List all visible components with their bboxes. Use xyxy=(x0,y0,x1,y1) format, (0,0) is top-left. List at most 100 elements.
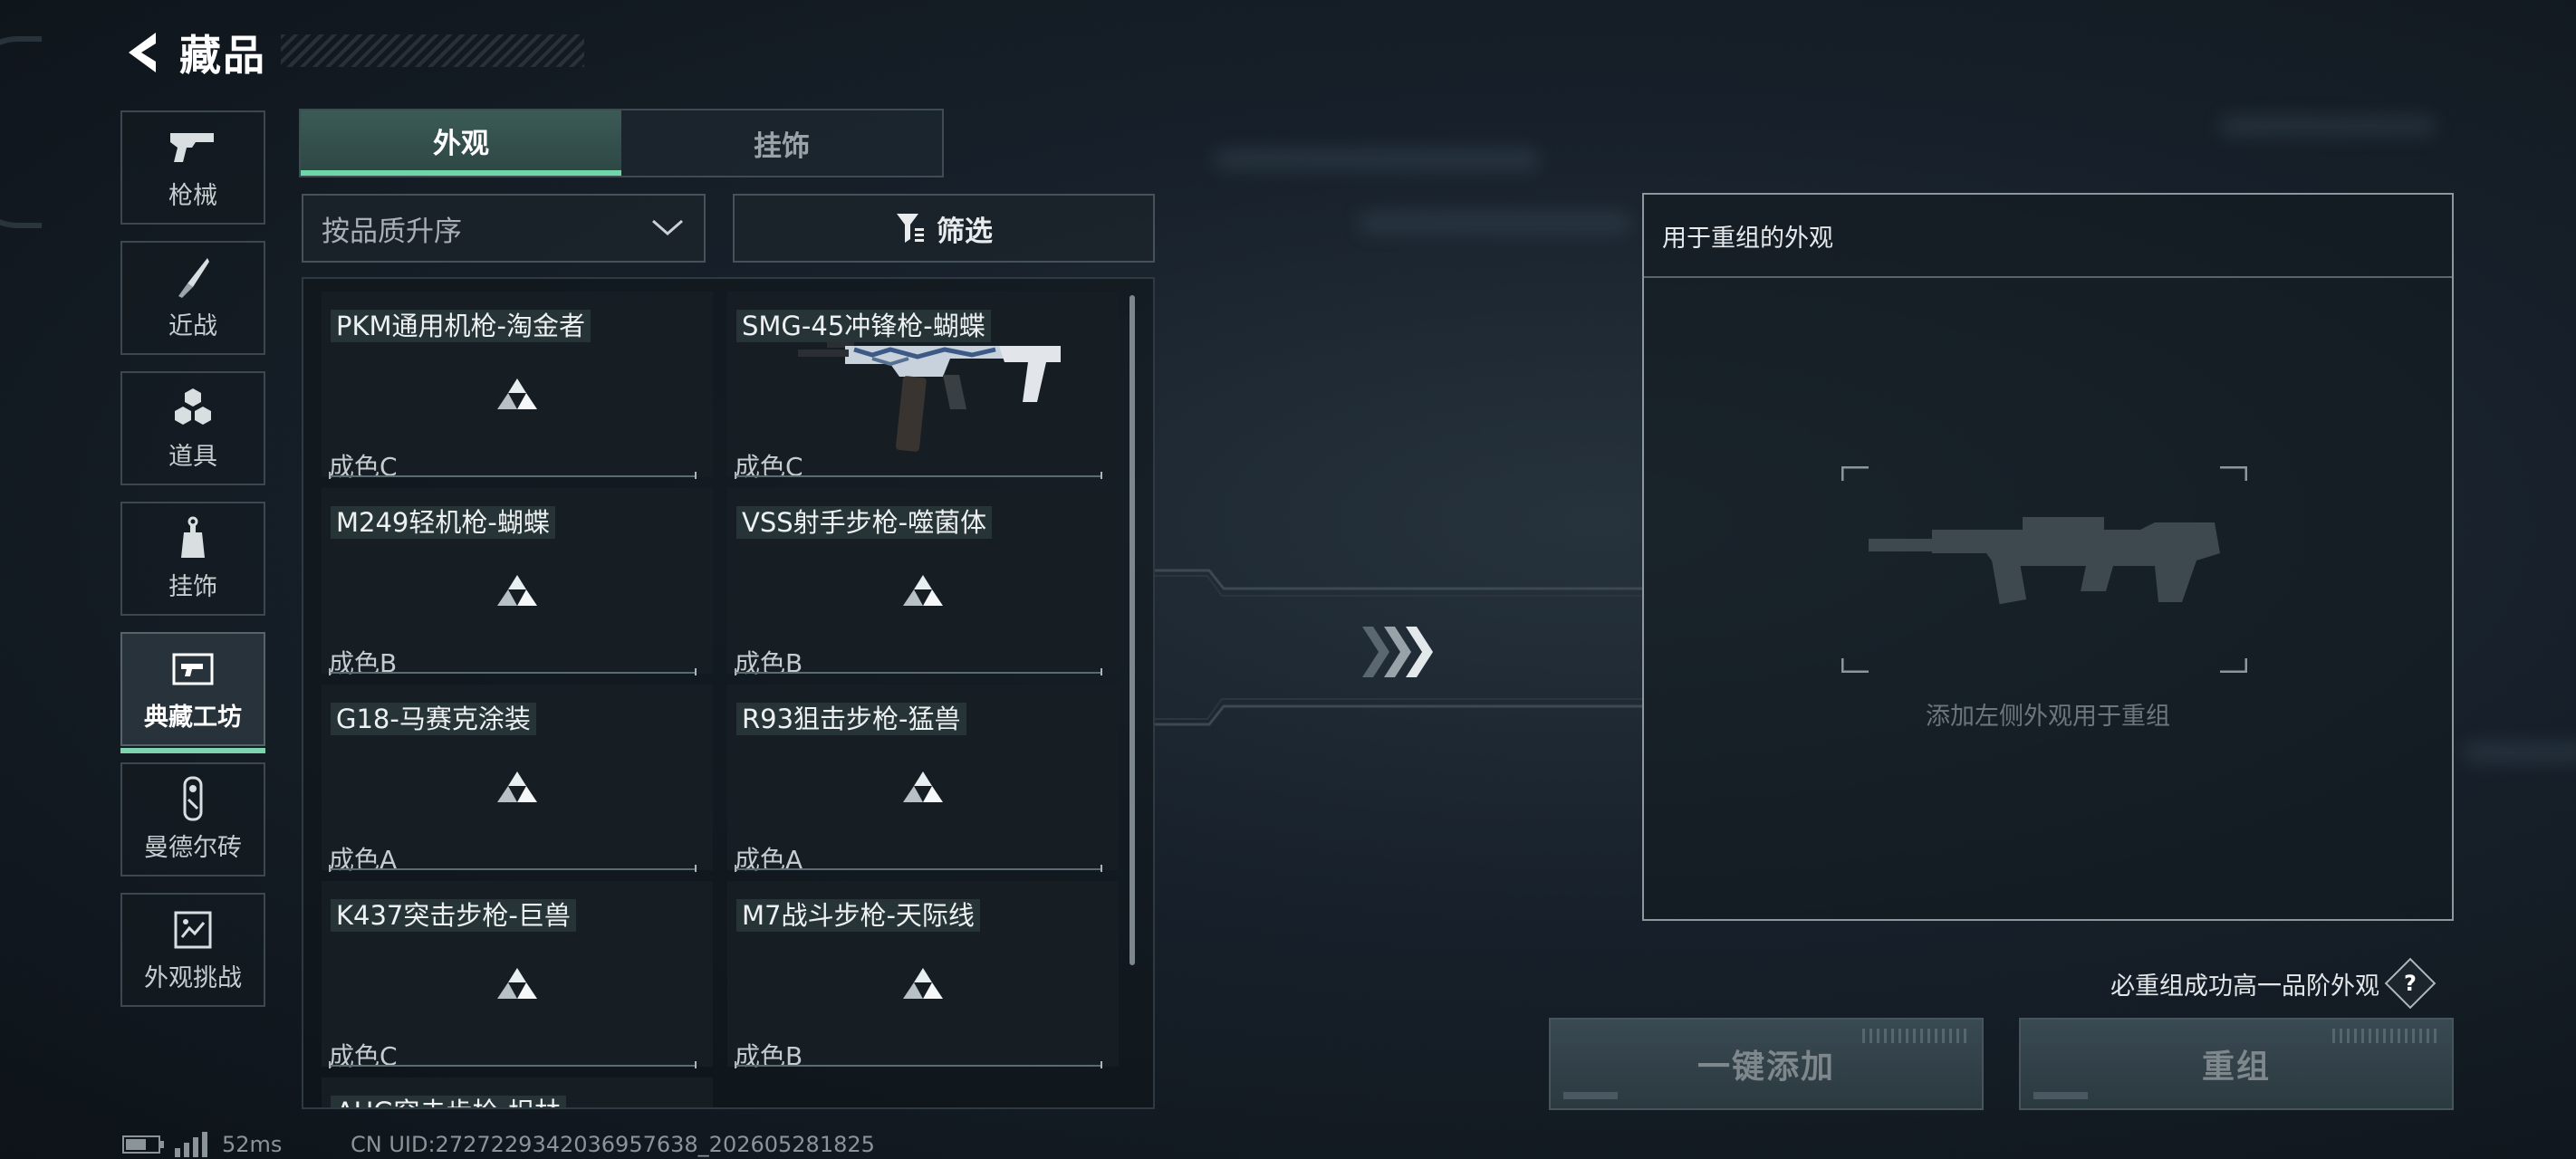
filter-button[interactable]: 筛选 xyxy=(733,194,1155,263)
skin-name: AUG突击步枪-坦林 xyxy=(331,1096,567,1107)
quality-triangle-icon xyxy=(497,575,537,606)
card-underline xyxy=(735,1061,1102,1068)
pistol-icon xyxy=(168,125,217,170)
button-decoration xyxy=(1563,1092,1618,1099)
sort-value: 按品质升序 xyxy=(322,215,462,248)
rifle-silhouette-icon xyxy=(1782,464,2307,675)
tab-charms[interactable]: 挂饰 xyxy=(621,110,942,176)
skin-grade: 成色B xyxy=(329,648,398,678)
skin-grid: PKM通用机枪-淘金者 成色C SMG-45冲锋枪-蝴蝶 成色C M249轻机枪… xyxy=(302,277,1155,1109)
skin-card[interactable]: PKM通用机枪-淘金者 成色C xyxy=(322,292,713,482)
triple-chevron-right-icon xyxy=(1362,627,1433,677)
button-decoration xyxy=(1862,1029,1971,1043)
charm-icon xyxy=(178,516,208,561)
add-all-button[interactable]: 一键添加 xyxy=(1549,1018,1984,1110)
card-underline xyxy=(329,668,697,675)
recombine-label: 重组 xyxy=(2201,1049,2271,1086)
skin-card[interactable]: VSS射手步枪-噬菌体 成色B xyxy=(727,488,1119,678)
skin-grade: 成色A xyxy=(329,845,398,875)
skin-card[interactable]: M7战斗步枪-天际线 成色B xyxy=(727,881,1119,1071)
button-decoration xyxy=(2033,1092,2088,1099)
recombine-panel-header: 用于重组的外观 xyxy=(1644,195,2452,278)
nav-item-firearms[interactable]: 枪械 xyxy=(120,110,265,225)
sort-dropdown[interactable]: 按品质升序 xyxy=(302,194,706,263)
quality-triangle-icon xyxy=(497,968,537,999)
quality-triangle-icon xyxy=(903,575,943,606)
recombine-hint: 添加左侧外观用于重组 xyxy=(1926,703,2170,731)
nav-item-label: 道具 xyxy=(168,442,217,471)
background-streak xyxy=(2464,742,2576,762)
skin-name: G18-马赛克涂装 xyxy=(331,703,536,735)
nav-item-charms[interactable]: 挂饰 xyxy=(120,502,265,616)
quality-triangle-icon xyxy=(903,968,943,999)
nav-item-label: 典藏工坊 xyxy=(144,703,242,732)
skin-grade: 成色C xyxy=(735,452,803,482)
recombine-drop-slot[interactable] xyxy=(1782,464,2307,675)
chevron-down-icon xyxy=(652,219,683,235)
workshop-icon xyxy=(172,647,214,692)
quality-triangle-icon xyxy=(497,378,537,409)
help-icon[interactable]: ? xyxy=(2384,957,2437,1010)
tab-appearance[interactable]: 外观 xyxy=(301,110,621,176)
skin-name: SMG-45冲锋枪-蝴蝶 xyxy=(736,310,991,342)
tab-bar: 外观 挂饰 xyxy=(299,109,944,177)
quality-triangle-icon xyxy=(903,771,943,802)
nav-item-label: 挂饰 xyxy=(168,572,217,601)
nav-item-items[interactable]: 道具 xyxy=(120,371,265,485)
skin-name: R93狙击步枪-猛兽 xyxy=(736,703,966,735)
guarantee-note: 必重组成功高一品阶外观 ? xyxy=(2110,957,2437,1010)
card-underline xyxy=(329,472,697,479)
card-underline xyxy=(329,865,697,872)
skin-name: K437突击步枪-巨兽 xyxy=(331,899,576,932)
title-decoration xyxy=(281,34,584,67)
skin-card[interactable]: AUG突击步枪-坦林 xyxy=(322,1078,713,1107)
page-header: 藏品 xyxy=(118,24,266,81)
quality-triangle-icon xyxy=(497,771,537,802)
background-streak xyxy=(1359,213,1630,233)
card-underline xyxy=(329,1061,697,1068)
filter-icon xyxy=(897,214,924,243)
skin-card[interactable]: G18-马赛克涂装 成色A xyxy=(322,685,713,875)
card-underline xyxy=(735,472,1102,479)
skin-name: M249轻机枪-蝴蝶 xyxy=(331,506,555,539)
background-arc xyxy=(0,36,42,228)
nav-item-workshop[interactable]: 典藏工坊 xyxy=(120,632,265,753)
background-streak xyxy=(2219,116,2437,136)
skin-card[interactable]: SMG-45冲锋枪-蝴蝶 成色C xyxy=(727,292,1119,482)
signal-icon xyxy=(175,1132,207,1157)
category-nav: 枪械 近战 道具 挂饰 典藏工坊 曼德尔砖 外观挑战 xyxy=(120,110,267,1023)
back-button[interactable] xyxy=(118,25,165,80)
skin-card[interactable]: K437突击步枪-巨兽 成色C xyxy=(322,881,713,1071)
back-arrow-icon xyxy=(129,33,156,72)
skin-grade: 成色C xyxy=(329,1041,398,1071)
skin-card[interactable]: M249轻机枪-蝴蝶 成色B xyxy=(322,488,713,678)
user-uid: CN UID:2727229342036957638_202605281825 xyxy=(351,1132,875,1157)
background-streak xyxy=(1214,149,1540,169)
nav-item-appearance-challenge[interactable]: 外观挑战 xyxy=(120,893,265,1007)
nav-item-melee[interactable]: 近战 xyxy=(120,241,265,355)
challenge-icon xyxy=(173,907,213,953)
nav-item-label: 外观挑战 xyxy=(144,963,242,992)
nav-item-label: 曼德尔砖 xyxy=(144,833,242,862)
skin-name: PKM通用机枪-淘金者 xyxy=(331,310,591,342)
recombine-panel: 用于重组的外观 添加左侧外观用于重组 xyxy=(1642,193,2454,921)
help-glyph: ? xyxy=(2404,970,2417,996)
nav-item-label: 枪械 xyxy=(168,181,217,210)
button-decoration xyxy=(2332,1029,2441,1043)
page-title: 藏品 xyxy=(179,31,266,80)
nav-item-label: 近战 xyxy=(168,311,217,340)
smg-skin-image xyxy=(798,342,1061,452)
guarantee-text: 必重组成功高一品阶外观 xyxy=(2110,972,2379,1001)
status-bar: 52ms xyxy=(122,1132,282,1157)
mandel-brick-icon xyxy=(179,776,207,822)
battery-icon xyxy=(122,1135,164,1154)
grid-scrollbar[interactable] xyxy=(1129,295,1135,965)
card-underline xyxy=(735,668,1102,675)
skin-name: M7战斗步枪-天际线 xyxy=(736,899,980,932)
skin-grade: 成色C xyxy=(329,452,398,482)
add-all-label: 一键添加 xyxy=(1697,1049,1835,1086)
skin-grade: 成色A xyxy=(735,845,803,875)
nav-item-mandel-brick[interactable]: 曼德尔砖 xyxy=(120,762,265,876)
recombine-button[interactable]: 重组 xyxy=(2019,1018,2454,1110)
skin-card[interactable]: R93狙击步枪-猛兽 成色A xyxy=(727,685,1119,875)
